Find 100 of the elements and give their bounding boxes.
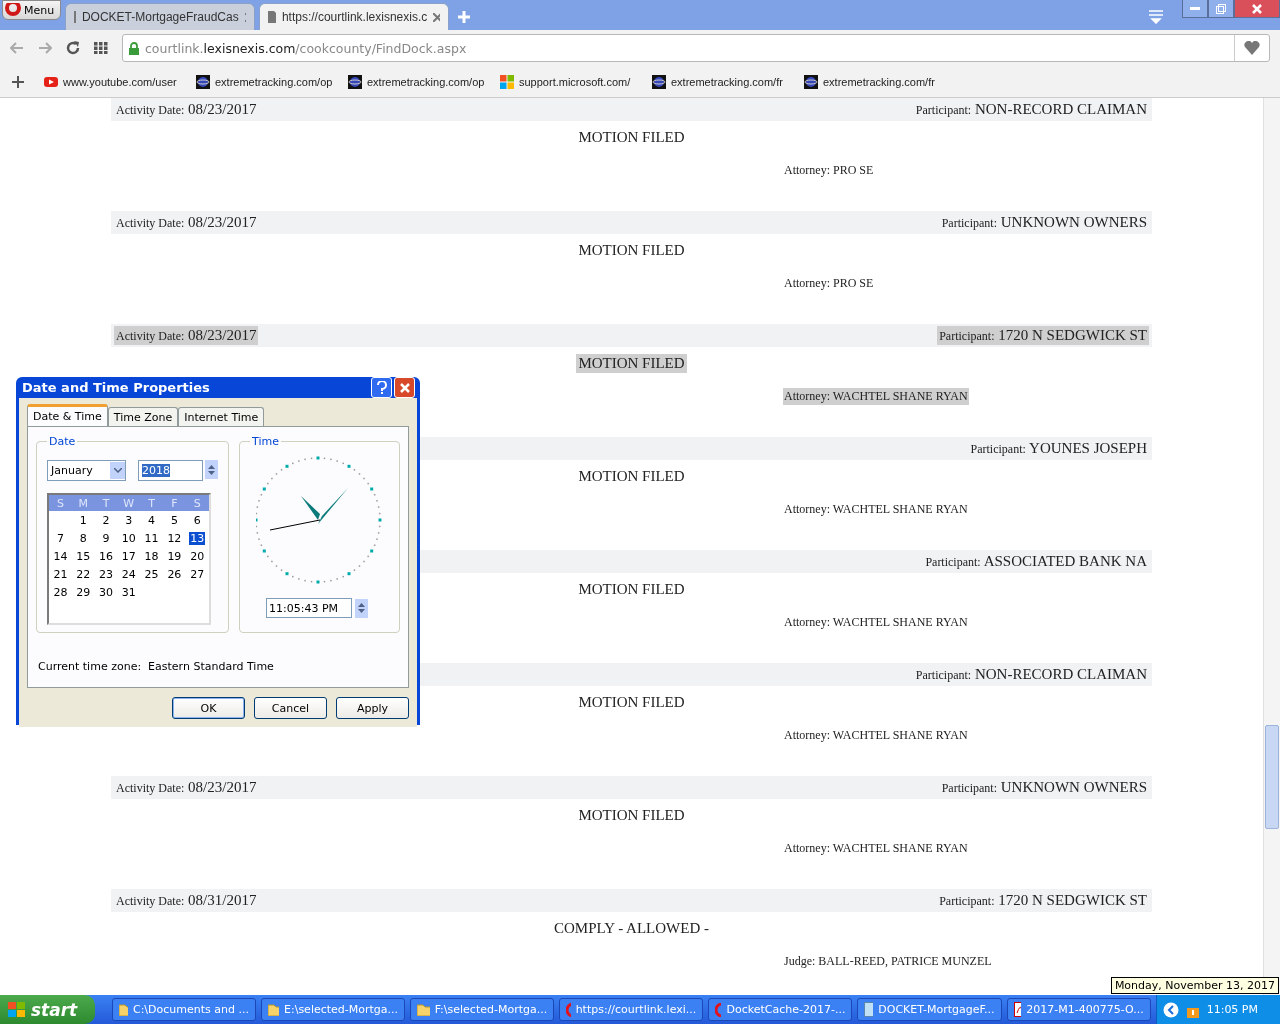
minimize-icon	[1190, 7, 1200, 10]
dialog-tab[interactable]: Date & Time	[27, 404, 108, 426]
activity-date-text: Activity Date: 08/23/2017	[115, 778, 258, 797]
bookmark-link[interactable]: extremetracking.com/op	[196, 74, 348, 89]
calendar-day[interactable]: 17	[120, 549, 137, 563]
time-field[interactable]: 11:05:43 PM	[266, 598, 352, 618]
calendar-day[interactable]: 20	[189, 549, 206, 563]
globe-icon	[348, 74, 362, 89]
browser-tab[interactable]: DOCKET-MortgageFraudCas	[65, 3, 256, 30]
calendar-day[interactable]: 13	[189, 531, 206, 545]
taskbar-item[interactable]: https://courtlink.lexi...	[559, 998, 704, 1021]
up-down-arrows-icon	[358, 602, 365, 614]
folder-icon	[267, 1003, 280, 1016]
calendar-day[interactable]: 24	[120, 567, 137, 581]
calendar-day[interactable]: 22	[75, 567, 92, 581]
browser-tab[interactable]: https://courtlink.lexisnexis.c	[259, 3, 450, 30]
calendar-day[interactable]: 30	[98, 585, 114, 599]
calendar-day[interactable]: 15	[75, 549, 92, 563]
role-text: Attorney: PRO SE	[783, 274, 875, 292]
bookmark-link[interactable]: support.microsoft.com/	[500, 74, 652, 89]
calendar-day[interactable]: 21	[52, 567, 69, 581]
year-field[interactable]: 2018	[138, 460, 203, 481]
plus-icon[interactable]	[12, 75, 24, 88]
calendar-day[interactable]: 8	[78, 531, 88, 545]
calendar-day[interactable]: 7	[55, 531, 65, 545]
taskbar-item[interactable]: 2017-M1-400775-O...	[1006, 998, 1151, 1021]
date-tooltip: Monday, November 13, 2017	[1110, 977, 1279, 994]
calendar-day[interactable]: 23	[98, 567, 114, 581]
participant-text: Participant: YOUNES JOSEPH	[969, 439, 1148, 458]
calendar-day[interactable]: 27	[189, 567, 206, 581]
timezone-text: Current time zone: Eastern Standard Time	[37, 660, 275, 673]
calendar-day[interactable]: 16	[98, 549, 114, 563]
restore-button[interactable]	[1208, 0, 1234, 18]
calendar-day[interactable]: 28	[52, 585, 69, 599]
chevron-left-icon[interactable]	[1162, 1001, 1179, 1018]
address-field[interactable]: courtlink.lexisnexis.com/cookcounty/FindDock.aspx	[122, 34, 1270, 62]
event-text: MOTION FILED	[576, 354, 687, 373]
calendar-day[interactable]: 12	[166, 531, 183, 545]
calendar-day[interactable]: 1	[78, 513, 88, 527]
calendar-day[interactable]: 29	[75, 585, 92, 599]
dialog-button[interactable]: OK	[172, 697, 245, 719]
weekday-label: T	[101, 496, 111, 510]
menu-icon[interactable]	[1148, 8, 1164, 24]
calendar-day[interactable]: 4	[147, 513, 157, 527]
dialog-title: Date and Time Properties	[22, 380, 211, 395]
participant-text: Participant: UNKNOWN OWNERS	[940, 213, 1148, 232]
windows-flag-icon	[8, 1001, 26, 1018]
participant-text: Participant: NON-RECORD CLAIMAN	[914, 665, 1148, 684]
scroll-thumb[interactable]	[1265, 725, 1279, 829]
calendar-day[interactable]: 10	[120, 531, 137, 545]
bookmark-link[interactable]: extremetracking.com/fr	[804, 74, 956, 89]
calendar-day[interactable]: 26	[166, 567, 183, 581]
calendar-day[interactable]: 19	[166, 549, 183, 563]
dialog-button[interactable]: Apply	[336, 697, 409, 719]
dialog-tab[interactable]: Internet Time	[178, 407, 265, 426]
weekday-label: S	[55, 496, 65, 510]
calendar-day[interactable]: 25	[143, 567, 160, 581]
spin-button[interactable]	[205, 460, 218, 479]
bookmark-link[interactable]: extremetracking.com/fr	[652, 74, 804, 89]
role-text: Attorney: WACHTEL SHANE RYAN	[783, 387, 969, 405]
calendar-day[interactable]: 3	[124, 513, 134, 527]
role-text: Attorney: WACHTEL SHANE RYAN	[783, 500, 969, 518]
calendar-day[interactable]: 5	[169, 513, 179, 527]
activity-date-text: Activity Date: 08/23/2017	[115, 213, 258, 232]
taskbar-item[interactable]: DOCKET-MortgageF...	[857, 998, 1002, 1021]
event-text: MOTION FILED	[577, 128, 686, 147]
calendar-day[interactable]: 6	[192, 513, 202, 527]
help-button[interactable]	[371, 377, 392, 398]
start-button[interactable]: start	[0, 995, 95, 1024]
weekday-label: T	[147, 496, 156, 510]
folder-icon	[417, 1003, 430, 1016]
taskbar-item[interactable]: E:\selected-Mortga...	[260, 998, 406, 1021]
month-dropdown[interactable]: January	[47, 460, 126, 481]
menu-button[interactable]: Menu	[2, 0, 62, 20]
calendar-day[interactable]: 11	[143, 531, 160, 545]
minimize-button[interactable]	[1182, 0, 1208, 18]
padlock-icon	[129, 41, 139, 55]
event-text: MOTION FILED	[577, 806, 686, 825]
weekday-label: W	[122, 496, 136, 510]
bookmark-link[interactable]: extremetracking.com/op	[348, 74, 500, 89]
calendar-day[interactable]: 31	[120, 585, 137, 599]
event-text: COMPLY - ALLOWED -	[553, 919, 710, 938]
dialog-tab[interactable]: Time Zone	[107, 407, 179, 426]
event-text: MOTION FILED	[577, 467, 686, 486]
reload-icon[interactable]	[66, 41, 80, 55]
taskbar-item[interactable]: DocketCache-2017-...	[708, 998, 853, 1021]
dialog-button[interactable]: Cancel	[254, 697, 327, 719]
taskbar-item[interactable]: F:\selected-Mortga...	[410, 998, 555, 1021]
close-button[interactable]	[1234, 0, 1280, 18]
calendar-day[interactable]: 14	[52, 549, 69, 563]
bookmark-link[interactable]: www.youtube.com/user	[44, 75, 196, 88]
taskbar-item[interactable]: C:\Documents and ...	[111, 998, 256, 1021]
grid-icon[interactable]	[94, 42, 108, 54]
globe-icon	[804, 74, 818, 89]
calendar-day[interactable]: 2	[101, 513, 111, 527]
calendar-day[interactable]: 18	[143, 549, 160, 563]
event-text: MOTION FILED	[577, 241, 686, 260]
spin-button[interactable]	[355, 598, 368, 618]
help-icon	[376, 380, 387, 395]
calendar-day[interactable]: 9	[101, 531, 111, 545]
